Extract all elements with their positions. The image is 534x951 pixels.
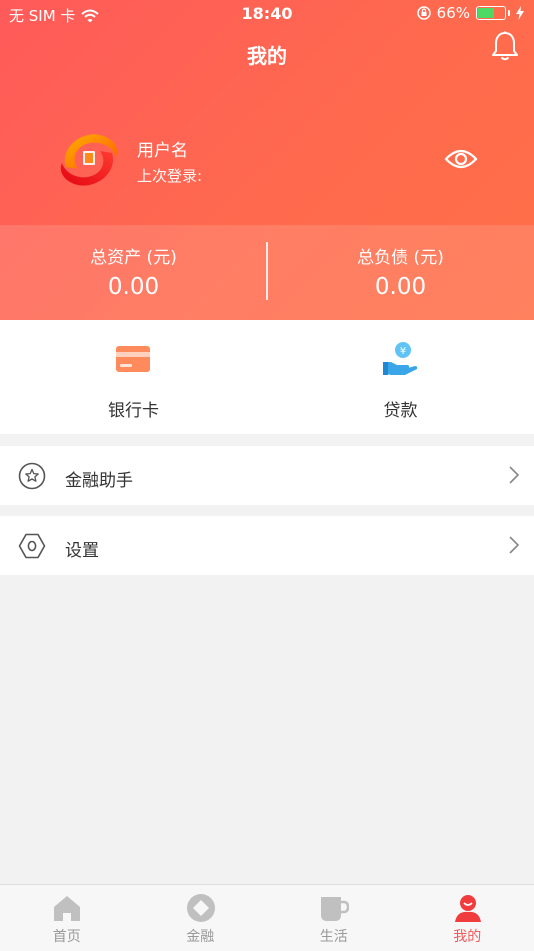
total-assets[interactable]: 总资产 (元) 0.00 — [0, 243, 267, 300]
chevron-right-icon — [508, 465, 520, 485]
menu-item-settings[interactable]: 设置 — [0, 516, 534, 575]
person-icon — [453, 893, 483, 923]
battery-icon — [476, 6, 506, 20]
page-title: 我的 — [0, 40, 534, 69]
tab-life-label: 生活 — [267, 926, 401, 946]
battery-tip — [508, 10, 510, 16]
status-bar: 无 SIM 卡 18:40 66% — [0, 0, 534, 28]
tab-finance-label: 金融 — [134, 926, 268, 946]
profile-header: 无 SIM 卡 18:40 66% 我的 — [0, 0, 534, 320]
bottom-tab-bar: 首页 金融 生活 我的 — [0, 884, 534, 951]
total-assets-value: 0.00 — [0, 274, 267, 300]
bank-card-shortcut[interactable]: 银行卡 — [0, 320, 267, 434]
loan-label: 贷款 — [267, 396, 534, 421]
finance-assistant-label: 金融助手 — [65, 466, 133, 491]
star-circle-icon — [18, 462, 46, 490]
orientation-lock-icon — [417, 6, 431, 20]
total-liabilities-value: 0.00 — [267, 274, 534, 300]
assets-summary: 总资产 (元) 0.00 总负债 (元) 0.00 — [0, 225, 534, 320]
total-liabilities-label: 总负债 (元) — [267, 243, 534, 268]
loan-shortcut[interactable]: ¥ 贷款 — [267, 320, 534, 434]
app-logo-avatar[interactable] — [56, 127, 122, 193]
chevron-right-icon — [508, 535, 520, 555]
last-login-text: 上次登录: — [137, 165, 202, 186]
home-icon — [52, 893, 82, 923]
charging-bolt-icon — [516, 6, 524, 20]
settings-label: 设置 — [65, 536, 99, 561]
bell-icon[interactable] — [490, 30, 520, 62]
tab-finance[interactable]: 金融 — [134, 885, 268, 951]
loan-hand-coin-icon: ¥ — [381, 340, 419, 378]
tab-home-label: 首页 — [0, 926, 134, 946]
menu-item-finance-assistant[interactable]: 金融助手 — [0, 446, 534, 505]
settings-hexagon-icon — [18, 532, 46, 560]
svg-text:¥: ¥ — [400, 346, 406, 357]
total-liabilities[interactable]: 总负债 (元) 0.00 — [267, 243, 534, 300]
shortcut-panel: 银行卡 ¥ 贷款 — [0, 320, 534, 434]
bank-card-label: 银行卡 — [0, 396, 267, 421]
status-right: 66% — [417, 4, 524, 22]
finance-icon — [186, 893, 216, 923]
battery-percent: 66% — [437, 4, 470, 22]
tab-mine[interactable]: 我的 — [401, 885, 534, 951]
cup-icon — [319, 893, 349, 923]
tab-mine-label: 我的 — [401, 926, 534, 946]
battery-fill — [478, 8, 494, 18]
tab-home[interactable]: 首页 — [0, 885, 134, 951]
username-text[interactable]: 用户名 — [137, 136, 188, 161]
tab-life[interactable]: 生活 — [267, 885, 401, 951]
total-assets-label: 总资产 (元) — [0, 243, 267, 268]
bank-card-icon — [114, 340, 152, 378]
eye-icon[interactable] — [444, 145, 478, 173]
